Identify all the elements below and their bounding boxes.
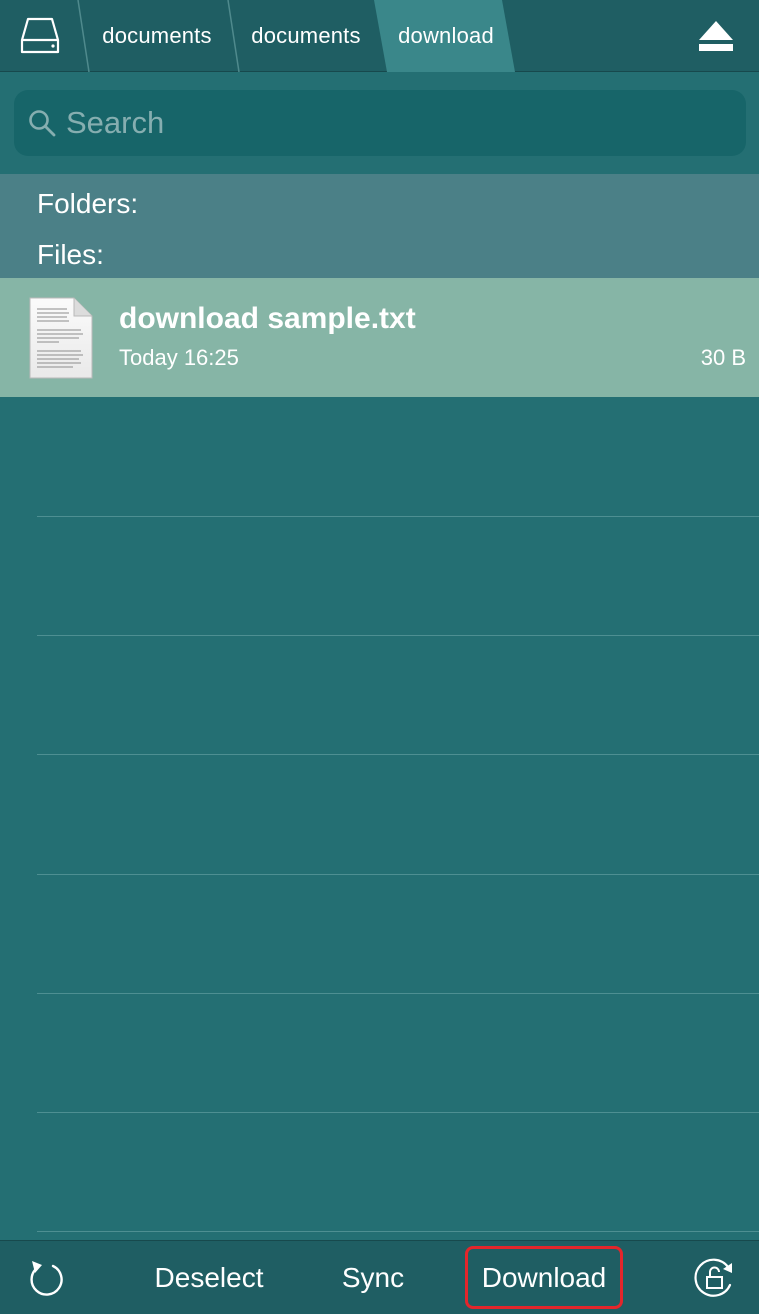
app-window: documents documents download Search Fold… [0,0,759,1314]
breadcrumb-label: documents [102,23,212,48]
sync-button[interactable]: Sync [326,1241,420,1314]
files-label: Files: [37,239,104,270]
lock-rotate-icon[interactable] [692,1255,736,1299]
breadcrumb-label: download [398,23,494,48]
list-divider [37,516,759,517]
list-divider [37,993,759,994]
breadcrumb-item-documents-2[interactable]: documents [238,0,374,72]
search-bar [0,72,759,174]
breadcrumb-label: documents [251,23,361,48]
file-name: download sample.txt [119,302,416,335]
file-date: Today 16:25 [119,345,239,370]
deselect-button[interactable]: Deselect [136,1241,282,1314]
download-highlight-box [465,1246,623,1309]
eject-button[interactable] [697,18,735,54]
list-divider [37,1231,759,1232]
hard-drive-icon [20,17,60,54]
file-row-selected[interactable] [0,278,759,397]
search-input[interactable] [66,90,726,156]
folders-label: Folders: [37,188,139,219]
text-document-icon [29,297,93,379]
refresh-icon[interactable] [27,1257,65,1297]
drive-button[interactable] [0,0,80,72]
bottom-toolbar: Deselect Sync Download [0,1240,759,1314]
search-icon [29,110,56,137]
top-nav-bar: documents documents download [0,0,759,72]
file-size: 30 B [700,345,746,370]
eject-icon [699,21,733,51]
search-field[interactable] [14,90,746,156]
list-divider [37,1112,759,1113]
list-divider [37,874,759,875]
list-divider [37,635,759,636]
breadcrumb-item-download[interactable]: download [386,0,506,72]
section-header: Folders: Files: [0,174,759,278]
list-divider [37,754,759,755]
breadcrumb-item-documents-1[interactable]: documents [88,0,226,72]
